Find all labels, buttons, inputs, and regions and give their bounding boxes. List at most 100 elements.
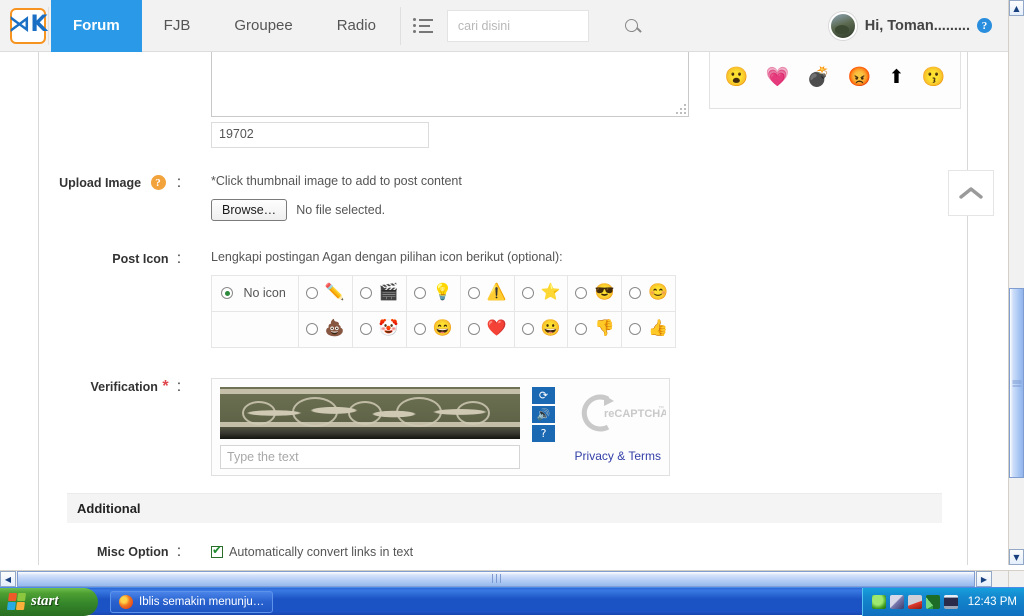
svg-text:reCAPTCHA: reCAPTCHA (604, 408, 666, 420)
vertical-scroll-thumb[interactable] (1009, 288, 1024, 478)
radio-poop[interactable] (306, 323, 318, 335)
scroll-right-button[interactable]: ▶ (976, 571, 992, 587)
post-icon-option-poop[interactable]: 💩 (298, 312, 352, 348)
icon-laugh: 😄 (433, 320, 453, 337)
search-icon[interactable] (625, 19, 638, 32)
scroll-up-button[interactable]: ▲ (1009, 0, 1024, 16)
vertical-scrollbar[interactable]: ▲ ▼ (1008, 0, 1024, 565)
back-to-top-button[interactable] (948, 170, 994, 216)
search-box[interactable] (447, 10, 589, 42)
icon-lightbulb: 💡 (433, 284, 453, 301)
radio-heart[interactable] (468, 323, 480, 335)
radio-lightbulb[interactable] (414, 287, 426, 299)
nav-divider (48, 7, 49, 45)
verification-colon: : (173, 378, 185, 396)
chevron-up-icon (959, 186, 983, 200)
radio-thumbs-up[interactable] (629, 323, 641, 335)
horizontal-scroll-thumb[interactable] (17, 571, 975, 587)
character-count-field[interactable]: 19702 (211, 122, 429, 148)
post-icon-option-clown[interactable]: 🤡 (352, 312, 406, 348)
icon-cool-sunglasses: 😎 (594, 284, 614, 301)
post-icon-controls: Lengkapi postingan Agan dengan pilihan i… (189, 250, 676, 348)
post-icon-option-thumbs-up[interactable]: 👍 (622, 312, 676, 348)
upload-image-row: Upload Image ? : *Click thumbnail image … (39, 174, 969, 221)
kaskus-logo[interactable]: ⋊K (10, 8, 46, 44)
emoticon-angry[interactable]: 😡 (848, 68, 872, 87)
post-icon-option-heart[interactable]: ❤️ (460, 312, 514, 348)
post-icon-option-cool[interactable]: 😎 (568, 276, 622, 312)
post-icon-option-smile[interactable]: 😊 (622, 276, 676, 312)
privacy-terms-link[interactable]: Privacy & Terms (575, 449, 661, 463)
radio-star[interactable] (522, 287, 534, 299)
monitor-icon[interactable] (944, 595, 958, 609)
search-area (413, 10, 589, 42)
radio-clapperboard[interactable] (360, 287, 372, 299)
upload-image-label-cell: Upload Image ? : (39, 174, 189, 221)
recaptcha-logo: reCAPTCHA ™ (570, 391, 666, 435)
nav-label-forum: Forum (73, 17, 120, 34)
triangle-icon[interactable] (926, 595, 940, 609)
help-question-icon[interactable]: ? (977, 18, 992, 33)
post-icon-option-thumbs-down[interactable]: 👎 (568, 312, 622, 348)
radio-thumbs-down[interactable] (575, 323, 587, 335)
search-input[interactable] (456, 18, 621, 34)
user-menu[interactable]: Hi, Toman......... ? (829, 12, 1008, 40)
taskbar-window-button[interactable]: Iblis semakin menunju… (110, 591, 273, 613)
top-navigation-bar: ⋊K Forum FJB Groupee Radio Hi, Toman....… (0, 0, 1008, 52)
emoticon-bomb[interactable]: 💣 (807, 68, 831, 87)
verification-label: Verification (90, 380, 157, 394)
post-icon-label: Post Icon (112, 252, 168, 266)
post-icon-option-no-icon[interactable]: No icon (212, 276, 299, 312)
post-icon-option-star[interactable]: ⭐ (514, 276, 568, 312)
radio-cool[interactable] (575, 287, 587, 299)
radio-clown[interactable] (360, 323, 372, 335)
system-clock: 12:43 PM (968, 596, 1017, 608)
nav-item-forum[interactable]: Forum (51, 0, 142, 52)
nav-item-radio[interactable]: Radio (315, 0, 398, 52)
radio-blue-smiley[interactable] (522, 323, 534, 335)
captcha-text-input[interactable] (220, 445, 520, 469)
post-editor-textarea[interactable] (211, 52, 689, 117)
icon-warning: ⚠️ (487, 284, 507, 301)
radio-smile[interactable] (629, 287, 641, 299)
convert-links-label: Automatically convert links in text (229, 545, 413, 559)
icon-clown: 🤡 (379, 320, 399, 337)
windows-taskbar: start Iblis semakin menunju… 12:43 PM (0, 587, 1024, 615)
upload-help-icon[interactable]: ? (151, 175, 166, 190)
resize-grip[interactable] (676, 104, 686, 114)
captcha-help-icon[interactable]: ? (532, 425, 555, 442)
file-status-text: No file selected. (296, 203, 385, 217)
emoticon-kiss[interactable]: 😗 (922, 68, 946, 87)
radio-laugh[interactable] (414, 323, 426, 335)
network-icon[interactable] (890, 595, 904, 609)
post-icon-option-blue-smiley[interactable]: 😀 (514, 312, 568, 348)
emoticon-heart[interactable]: 💗 (766, 68, 790, 87)
post-icon-option-warning[interactable]: ⚠️ (460, 276, 514, 312)
convert-links-checkbox[interactable] (211, 546, 223, 558)
audio-captcha-icon[interactable]: 🔊 (532, 406, 555, 423)
post-icon-option-laugh[interactable]: 😄 (406, 312, 460, 348)
misc-option-label: Misc Option (97, 545, 169, 559)
nav-item-groupee[interactable]: Groupee (212, 0, 314, 52)
user-avatar[interactable] (829, 12, 857, 40)
category-list-icon[interactable] (413, 13, 439, 39)
start-button[interactable]: start (0, 588, 98, 616)
radio-no-icon[interactable] (221, 287, 233, 299)
scroll-down-button[interactable]: ▼ (1009, 549, 1024, 565)
scroll-left-button[interactable]: ◀ (0, 571, 16, 587)
radio-warning[interactable] (468, 287, 480, 299)
post-icon-option-clapperboard[interactable]: 🎬 (352, 276, 406, 312)
nav-item-fjb[interactable]: FJB (142, 0, 213, 52)
upload-hint: *Click thumbnail image to add to post co… (211, 174, 462, 188)
horizontal-scrollbar[interactable]: ◀ ▶ (0, 570, 1008, 587)
post-icon-option-lightbulb[interactable]: 💡 (406, 276, 460, 312)
post-icon-option-pencil[interactable]: ✏️ (298, 276, 352, 312)
emoticon-up-arrow[interactable]: ⬆ (888, 68, 904, 87)
captcha-challenge-image[interactable] (220, 387, 520, 439)
shield-icon[interactable] (872, 595, 886, 609)
emoticon-shocked[interactable]: 😮 (725, 68, 749, 87)
refresh-captcha-icon[interactable]: ⟳ (532, 387, 555, 404)
removable-device-icon[interactable] (908, 595, 922, 609)
browse-button[interactable]: Browse… (211, 199, 287, 221)
radio-pencil[interactable] (306, 287, 318, 299)
